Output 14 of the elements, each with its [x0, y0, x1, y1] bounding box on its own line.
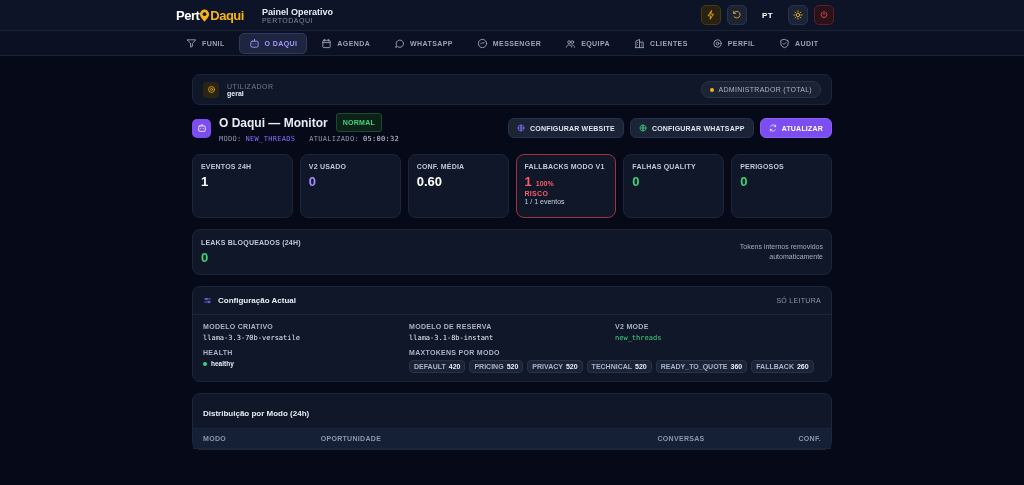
stat-value: 0 — [740, 174, 748, 189]
stat-value: 1 — [524, 174, 532, 189]
panel-title: Configuração Actual — [218, 296, 296, 305]
app-title: Painel Operativo — [261, 6, 333, 17]
logo-text: Daqui — [210, 7, 244, 23]
stat-value: 0.60 — [416, 174, 442, 189]
panel-title: Distribuição por Modo (24h) — [203, 409, 310, 418]
stat-value: 0 — [201, 250, 209, 265]
stat-value: 1 — [201, 174, 209, 189]
stat-value: 0 — [308, 174, 317, 189]
page-title: O Daqui — Monitor — [219, 115, 328, 130]
logo-text: Pert — [176, 7, 200, 23]
stat-value: 0 — [632, 174, 640, 189]
language-button[interactable]: PT — [752, 9, 782, 21]
